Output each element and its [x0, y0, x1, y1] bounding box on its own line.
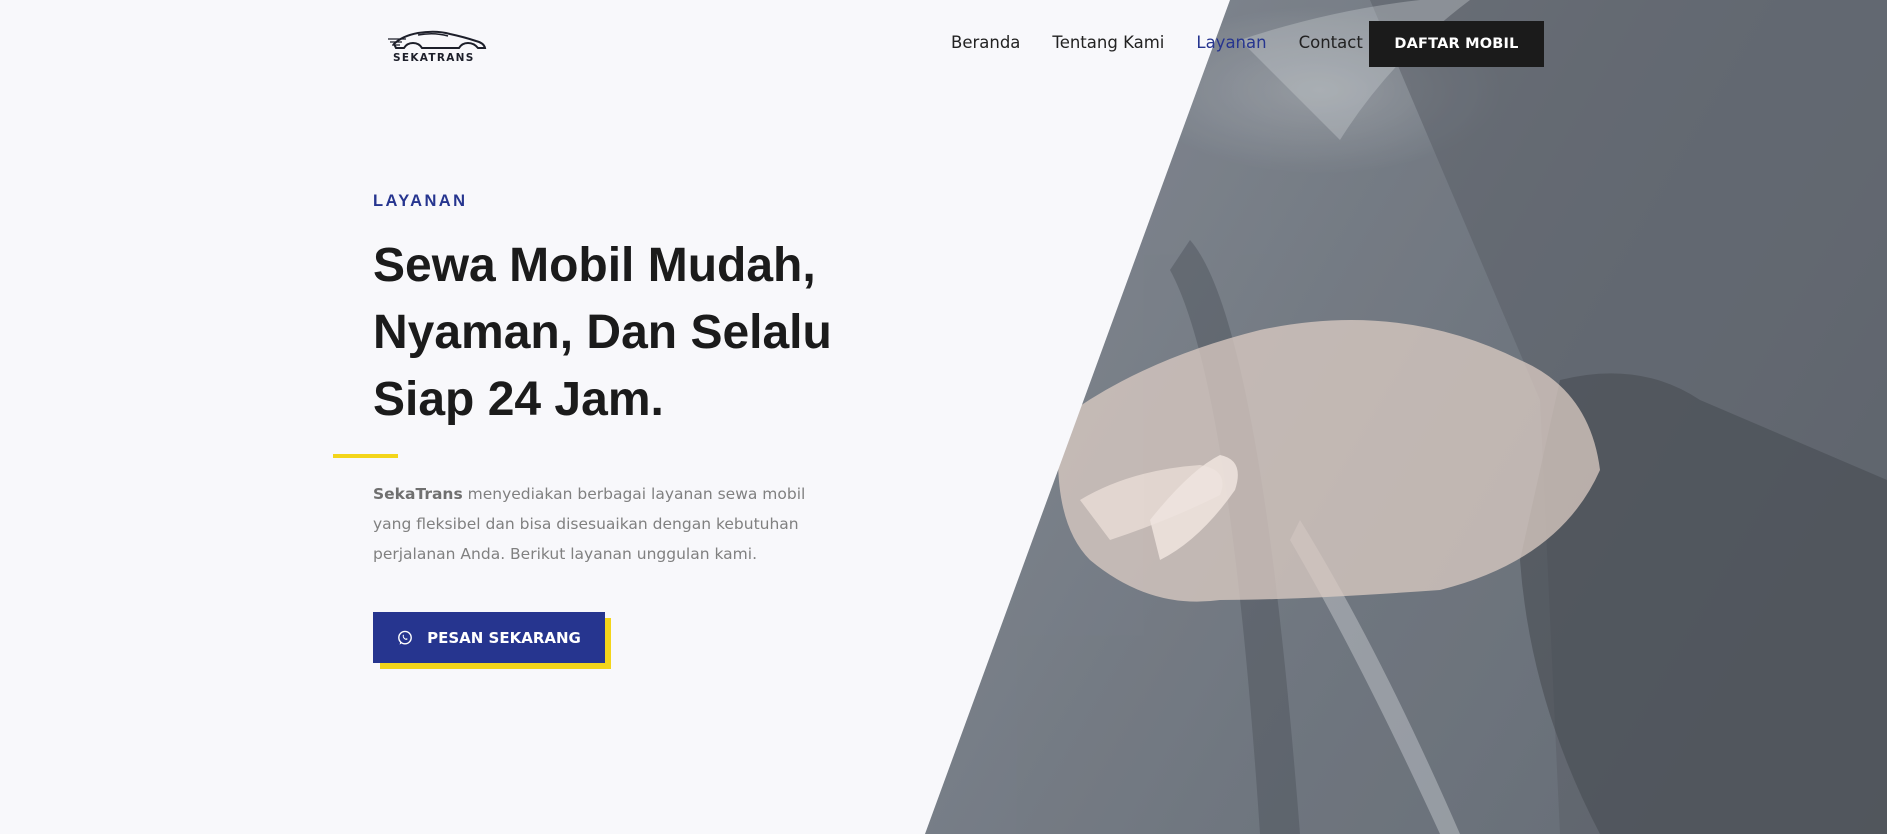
hero-headline: Sewa Mobil Mudah, Nyaman, Dan Selalu Sia… — [373, 232, 933, 433]
hero-image-art — [1058, 0, 1887, 834]
brand-name: SekaTrans — [373, 485, 463, 503]
nav-item-tentang-kami[interactable]: Tentang Kami — [1052, 33, 1164, 52]
logo-text: SEKATRANS — [393, 52, 475, 64]
daftar-mobil-button[interactable]: DAFTAR MOBIL — [1369, 21, 1544, 67]
pesan-sekarang-wrapper: PESAN SEKARANG — [373, 612, 613, 670]
logo[interactable]: SEKATRANS — [388, 26, 488, 66]
section-eyebrow: LAYANAN — [373, 192, 468, 210]
nav-item-layanan[interactable]: Layanan — [1196, 33, 1266, 52]
accent-divider — [333, 454, 398, 458]
whatsapp-icon — [397, 630, 413, 646]
headline-line-3: Siap 24 Jam. — [373, 373, 664, 426]
hero-image — [925, 0, 1887, 834]
car-logo-icon — [388, 30, 487, 49]
main-nav: Beranda Tentang Kami Layanan Contact — [951, 33, 1363, 52]
hero-description: SekaTrans menyediakan berbagai layanan s… — [373, 479, 843, 569]
nav-item-contact[interactable]: Contact — [1299, 33, 1363, 52]
pesan-sekarang-button[interactable]: PESAN SEKARANG — [373, 612, 605, 663]
pesan-sekarang-label: PESAN SEKARANG — [427, 628, 581, 647]
nav-item-beranda[interactable]: Beranda — [951, 33, 1020, 52]
headline-line-1: Sewa Mobil Mudah, — [373, 239, 816, 292]
headline-line-2: Nyaman, Dan Selalu — [373, 306, 832, 359]
page: SEKATRANS Beranda Tentang Kami Layanan C… — [0, 0, 1887, 834]
